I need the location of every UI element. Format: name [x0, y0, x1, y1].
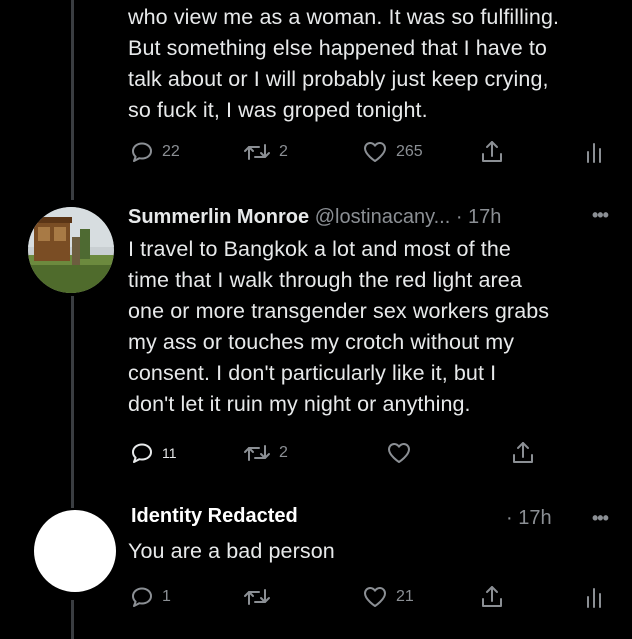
tweet-2-header: Summerlin Monroe @lostinacany... · 17h [128, 203, 501, 231]
tweet-2[interactable]: Summerlin Monroe @lostinacany... · 17h •… [0, 203, 632, 483]
tweet-1-line: so fuck it, I was groped tonight. [128, 98, 428, 122]
tweet-1-actions: 22 2 265 [0, 137, 632, 167]
timestamp[interactable]: · 17h [506, 507, 552, 530]
avatar-photo [28, 207, 114, 293]
reply-icon [132, 443, 152, 463]
tweet-1-text: who view me as a woman. It was so fulfil… [128, 2, 628, 126]
analytics-icon [587, 143, 601, 163]
like-icon [388, 443, 410, 463]
like-button[interactable]: 265 [362, 137, 423, 167]
share-icon [513, 442, 533, 463]
tweet-2-line: don't let it ruin my night or anything. [128, 392, 471, 416]
reply-icon [132, 142, 152, 162]
tweet-3-text: You are a bad person [128, 536, 628, 567]
like-icon [364, 587, 386, 607]
user-handle[interactable]: @lostinacany... [315, 206, 451, 228]
tweet-1-line: talk about or I will probably just keep … [128, 67, 549, 91]
more-icon[interactable]: ••• [592, 508, 609, 529]
tweet-3[interactable]: Identity Redacted · 17h ••• You are a ba… [0, 502, 632, 639]
retweet-button[interactable]: 2 [243, 438, 288, 468]
tweet-2-line: time that I walk through the red light a… [128, 268, 522, 292]
like-button[interactable] [386, 438, 420, 468]
tweet-3-actions: 1 21 [0, 582, 632, 612]
tweet-2-text: I travel to Bangkok a lot and most of th… [128, 234, 628, 420]
tweet-1[interactable]: who view me as a woman. It was so fulfil… [0, 0, 632, 180]
share-icon [482, 586, 502, 607]
tweet-2-line: my ass or touches my crotch without my [128, 330, 515, 354]
share-button[interactable] [511, 438, 535, 468]
like-button[interactable]: 21 [362, 582, 414, 612]
reply-count: 22 [162, 143, 180, 160]
share-button[interactable] [480, 582, 504, 612]
display-name[interactable]: Summerlin Monroe [128, 206, 309, 228]
tweet-1-line: But something else happened that I have … [128, 36, 547, 60]
display-name[interactable]: Identity Redacted [131, 505, 298, 527]
retweet-count: 2 [279, 143, 288, 160]
tweet-2-line: consent. I don't particularly like it, b… [128, 361, 497, 385]
reply-button[interactable]: 11 [130, 438, 177, 468]
retweet-icon [244, 589, 270, 605]
tweet-3-line: You are a bad person [128, 539, 335, 563]
retweet-count: 2 [279, 444, 288, 461]
analytics-button[interactable] [585, 582, 603, 612]
share-button[interactable] [480, 137, 504, 167]
retweet-icon [244, 445, 270, 461]
reply-button[interactable]: 22 [130, 137, 180, 167]
timestamp[interactable]: · 17h [456, 206, 502, 228]
reply-button[interactable]: 1 [130, 582, 171, 612]
reply-count: 11 [162, 445, 177, 461]
reply-icon [132, 587, 152, 607]
avatar[interactable] [28, 207, 114, 293]
retweet-button[interactable]: 2 [243, 137, 288, 167]
tweet-2-actions: 11 2 [0, 438, 632, 468]
tweet-3-header: Identity Redacted [131, 502, 298, 530]
more-icon[interactable]: ••• [592, 205, 609, 226]
analytics-icon [587, 588, 601, 608]
like-count: 21 [396, 588, 414, 605]
retweet-button[interactable] [243, 582, 279, 612]
share-icon [482, 141, 502, 162]
like-icon [364, 142, 386, 162]
avatar-redacted[interactable] [34, 510, 116, 592]
retweet-icon [244, 144, 270, 160]
tweet-2-line: I travel to Bangkok a lot and most of th… [128, 237, 511, 261]
tweet-1-line: who view me as a woman. It was so fulfil… [128, 5, 560, 29]
like-count: 265 [396, 143, 423, 160]
reply-count: 1 [162, 588, 171, 605]
tweet-2-line: one or more transgender sex workers grab… [128, 299, 550, 323]
analytics-button[interactable] [585, 137, 603, 167]
